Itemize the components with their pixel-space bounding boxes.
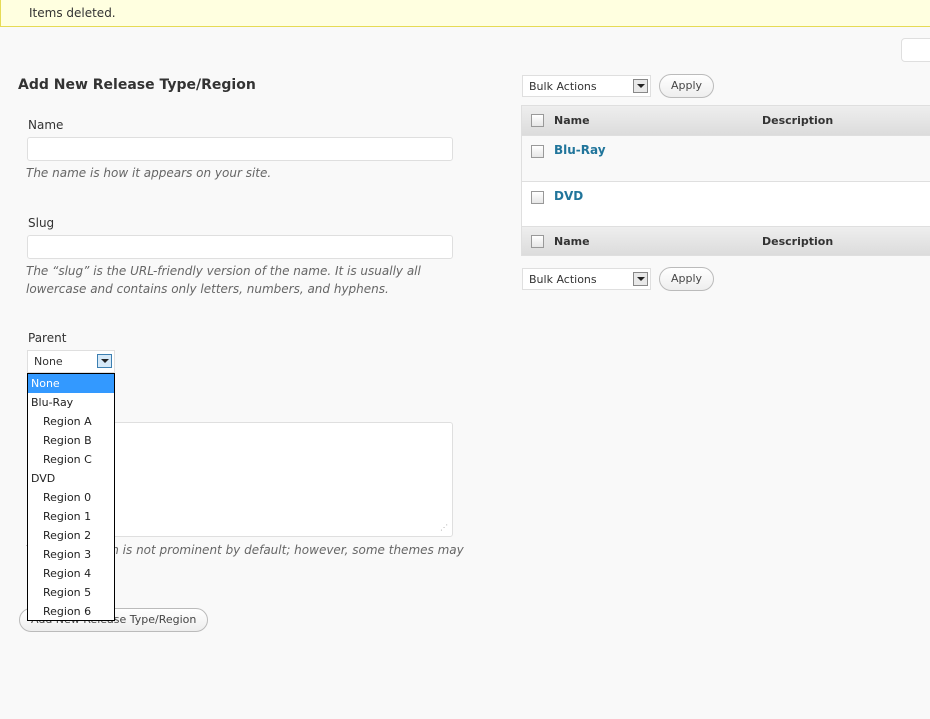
parent-option[interactable]: Region 6 [28,602,114,621]
table-row: DVD [522,181,930,226]
parent-option[interactable]: Region C [28,450,114,469]
row-name-link[interactable]: Blu-Ray [554,143,606,157]
parent-option[interactable]: Region B [28,431,114,450]
parent-option[interactable]: Region 2 [28,526,114,545]
parent-option[interactable]: Region 3 [28,545,114,564]
row-name-link[interactable]: DVD [554,189,583,203]
name-input[interactable] [27,137,453,161]
parent-option[interactable]: Blu-Ray [28,393,114,412]
parent-option[interactable]: Region 4 [28,564,114,583]
bulk-actions-value: Bulk Actions [529,80,597,93]
slug-hint: The “slug” is the URL-friendly version o… [26,264,421,296]
parent-select-value: None [34,355,63,368]
table-footer: Name Description [522,226,930,255]
bulk-actions-select-top[interactable]: Bulk Actions [522,75,651,97]
notice-bar: Items deleted. [0,0,930,27]
apply-button-bottom[interactable]: Apply [659,267,715,291]
table-row: Blu-Ray [522,135,930,181]
parent-option[interactable]: Region 1 [28,507,114,526]
column-name[interactable]: Name [554,235,590,248]
select-all-checkbox[interactable] [531,114,544,127]
chevron-down-icon[interactable] [633,79,648,93]
slug-label: Slug [28,216,55,230]
chevron-down-icon[interactable] [633,272,648,286]
chevron-down-icon[interactable] [97,354,112,368]
terms-table: Name Description Blu-Ray DVD Name Descript… [521,105,930,256]
bulk-actions-select-bottom[interactable]: Bulk Actions [522,268,651,290]
resize-grip-icon[interactable]: ⋰ [440,523,448,532]
parent-option[interactable]: Region 0 [28,488,114,507]
column-name[interactable]: Name [554,114,590,127]
parent-option[interactable]: None [28,374,114,393]
row-checkbox[interactable] [531,145,544,158]
parent-option[interactable]: Region 5 [28,583,114,602]
row-checkbox[interactable] [531,191,544,204]
parent-label: Parent [28,331,67,345]
name-hint: The name is how it appears on your site. [26,166,272,180]
name-label: Name [28,118,64,132]
column-description: Description [762,235,834,248]
select-all-checkbox[interactable] [531,235,544,248]
slug-input[interactable] [27,235,453,259]
search-input[interactable] [901,38,930,62]
table-header: Name Description [522,106,930,135]
notice-text: Items deleted. [29,6,116,20]
form-title: Add New Release Type/Region [18,77,256,93]
parent-dropdown-list[interactable]: None Blu-Ray Region A Region B Region C DVD Re… [27,373,115,621]
parent-option[interactable]: Region A [28,412,114,431]
column-description: Description [762,114,834,127]
bulk-actions-value: Bulk Actions [529,273,597,286]
parent-option[interactable]: DVD [28,469,114,488]
parent-select[interactable]: None [27,350,115,373]
apply-button-top[interactable]: Apply [659,74,715,98]
